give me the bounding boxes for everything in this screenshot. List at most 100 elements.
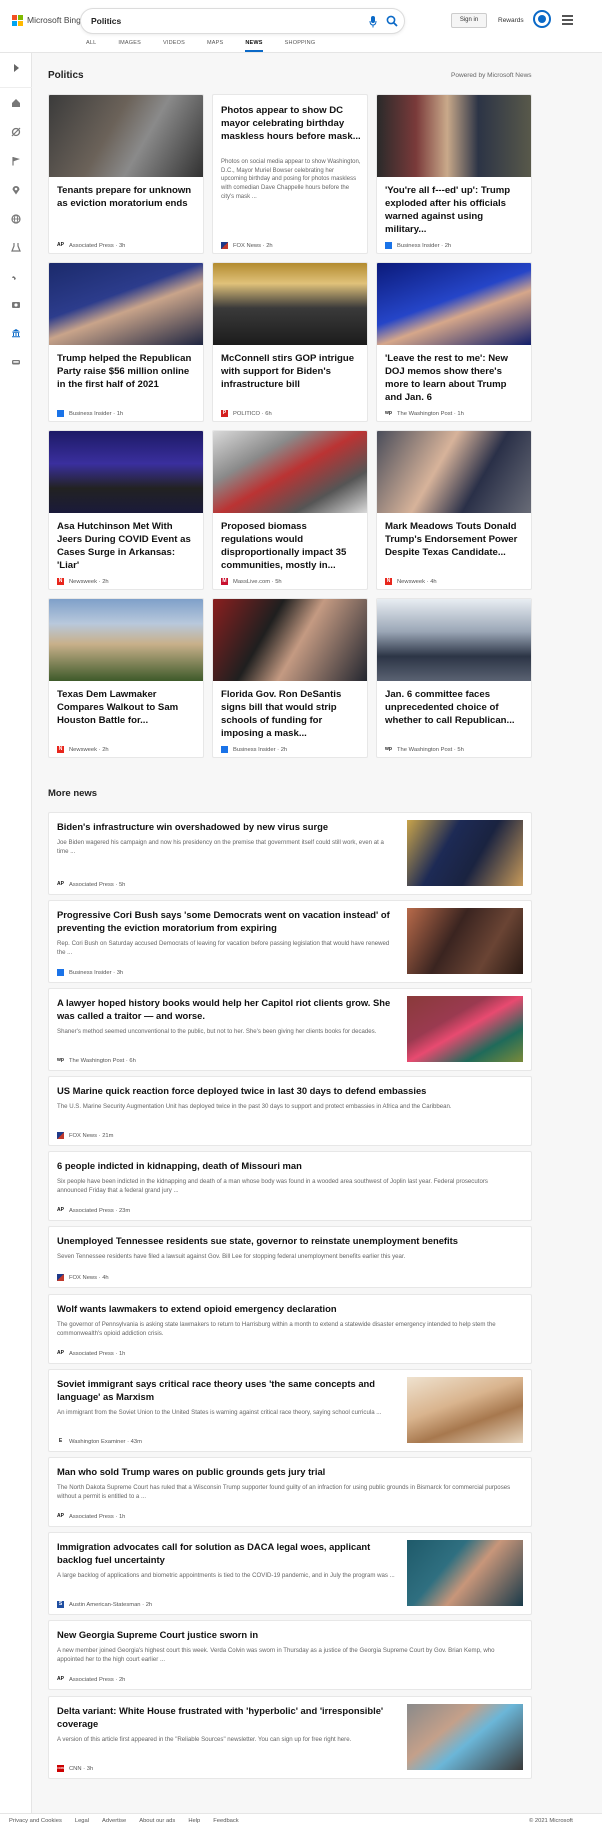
source-name[interactable]: Business Insider xyxy=(233,747,276,753)
news-item-title[interactable]: Unemployed Tennessee residents sue state… xyxy=(57,1235,517,1248)
source-name[interactable]: FOX News xyxy=(69,1275,97,1281)
source-name[interactable]: Associated Press xyxy=(69,1351,114,1357)
footer-link[interactable]: Legal xyxy=(75,1818,89,1824)
source-name[interactable]: Business Insider xyxy=(69,411,112,417)
news-thumbnail[interactable] xyxy=(407,1377,523,1443)
news-thumbnail[interactable] xyxy=(213,599,367,681)
source-name[interactable]: POLITICO xyxy=(233,411,260,417)
news-list-item[interactable]: Delta variant: White House frustrated wi… xyxy=(48,1696,532,1779)
source-name[interactable]: MassLive.com xyxy=(233,579,270,585)
news-card-title[interactable]: Jan. 6 committee faces unprecedented cho… xyxy=(385,689,525,728)
news-item-title[interactable]: Delta variant: White House frustrated wi… xyxy=(57,1705,397,1730)
news-item-title[interactable]: Immigration advocates call for solution … xyxy=(57,1541,397,1566)
source-name[interactable]: Newsweek xyxy=(397,579,425,585)
news-list-item[interactable]: US Marine quick reaction force deployed … xyxy=(48,1076,532,1146)
news-thumbnail[interactable] xyxy=(407,908,523,974)
menu-icon[interactable] xyxy=(562,15,573,27)
news-item-title[interactable]: Man who sold Trump wares on public groun… xyxy=(57,1466,517,1479)
news-card-title[interactable]: Trump helped the Republican Party raise … xyxy=(57,353,197,392)
news-card-title[interactable]: Mark Meadows Touts Donald Trump's Endors… xyxy=(385,521,525,560)
news-card-title[interactable]: Florida Gov. Ron DeSantis signs bill tha… xyxy=(221,689,361,741)
news-thumbnail[interactable] xyxy=(407,820,523,886)
news-card[interactable]: Proposed biomass regulations would dispr… xyxy=(212,430,368,590)
source-name[interactable]: CNN xyxy=(69,1766,82,1772)
source-name[interactable]: The Washington Post xyxy=(69,1058,124,1064)
news-list-item[interactable]: Immigration advocates call for solution … xyxy=(48,1532,532,1615)
news-thumbnail[interactable] xyxy=(407,1540,523,1606)
source-name[interactable]: FOX News xyxy=(233,243,261,249)
news-thumbnail[interactable] xyxy=(377,599,531,681)
news-card[interactable]: Texas Dem Lawmaker Compares Walkout to S… xyxy=(48,598,204,758)
news-card-title[interactable]: Tenants prepare for unknown as eviction … xyxy=(57,185,197,211)
news-thumbnail[interactable] xyxy=(49,431,203,513)
rewards-medal-icon[interactable] xyxy=(533,10,551,28)
source-name[interactable]: Business Insider xyxy=(69,970,112,976)
globe-icon[interactable] xyxy=(11,211,21,224)
news-thumbnail[interactable] xyxy=(213,263,367,345)
news-thumbnail[interactable] xyxy=(49,95,203,177)
source-name[interactable]: Associated Press xyxy=(69,882,114,888)
sports-icon[interactable] xyxy=(11,124,21,137)
news-card[interactable]: Tenants prepare for unknown as eviction … xyxy=(48,94,204,254)
source-name[interactable]: The Washington Post xyxy=(397,411,452,417)
news-card[interactable]: Photos appear to show DC mayor celebrati… xyxy=(212,94,368,254)
news-card-title[interactable]: Proposed biomass regulations would dispr… xyxy=(221,521,361,573)
news-card[interactable]: Trump helped the Republican Party raise … xyxy=(48,262,204,422)
news-thumbnail[interactable] xyxy=(407,996,523,1062)
flag-icon[interactable] xyxy=(11,153,21,166)
news-list-item[interactable]: New Georgia Supreme Court justice sworn … xyxy=(48,1620,532,1690)
tab-images[interactable]: IMAGES xyxy=(118,40,141,52)
news-item-title[interactable]: US Marine quick reaction force deployed … xyxy=(57,1085,517,1098)
news-card[interactable]: Jan. 6 committee faces unprecedented cho… xyxy=(376,598,532,758)
tab-shopping[interactable]: SHOPPING xyxy=(285,40,316,52)
news-item-title[interactable]: A lawyer hoped history books would help … xyxy=(57,997,397,1022)
source-name[interactable]: Associated Press xyxy=(69,1677,114,1683)
search-box[interactable]: Politics xyxy=(80,8,405,34)
source-name[interactable]: FOX News xyxy=(69,1133,97,1139)
news-card[interactable]: 'You're all f---ed' up': Trump exploded … xyxy=(376,94,532,254)
footer-link[interactable]: Privacy and Cookies xyxy=(9,1818,62,1824)
news-card[interactable]: Florida Gov. Ron DeSantis signs bill tha… xyxy=(212,598,368,758)
news-card[interactable]: 'Leave the rest to me': New DOJ memos sh… xyxy=(376,262,532,422)
news-item-title[interactable]: Wolf wants lawmakers to extend opioid em… xyxy=(57,1303,517,1316)
source-name[interactable]: Austin American-Statesman xyxy=(69,1602,141,1608)
source-name[interactable]: Associated Press xyxy=(69,1208,114,1214)
car-icon[interactable] xyxy=(11,354,21,365)
tab-news[interactable]: NEWS xyxy=(245,40,263,52)
money-icon[interactable] xyxy=(11,297,21,308)
footer-link[interactable]: Help xyxy=(188,1818,200,1824)
sign-in-button[interactable]: Sign in xyxy=(451,13,487,28)
news-list-item[interactable]: Unemployed Tennessee residents sue state… xyxy=(48,1226,532,1288)
search-input[interactable]: Politics xyxy=(91,16,121,26)
footer-link[interactable]: Feedback xyxy=(213,1818,238,1824)
news-thumbnail[interactable] xyxy=(213,431,367,513)
search-icon[interactable] xyxy=(386,14,398,32)
bing-logo[interactable]: Microsoft Bing xyxy=(12,15,81,26)
source-name[interactable]: Washington Examiner xyxy=(69,1439,126,1445)
news-list-item[interactable]: Biden's infrastructure win overshadowed … xyxy=(48,812,532,895)
news-list-item[interactable]: Soviet immigrant says critical race theo… xyxy=(48,1369,532,1452)
footer-link[interactable]: About our ads xyxy=(139,1818,175,1824)
rewards-link[interactable]: Rewards xyxy=(498,17,524,24)
news-card-title[interactable]: Asa Hutchinson Met With Jeers During COV… xyxy=(57,521,197,573)
news-card-title[interactable]: 'You're all f---ed' up': Trump exploded … xyxy=(385,185,525,237)
news-list-item[interactable]: Progressive Cori Bush says 'some Democra… xyxy=(48,900,532,983)
news-card-title[interactable]: Photos appear to show DC mayor celebrati… xyxy=(221,105,361,144)
source-name[interactable]: The Washington Post xyxy=(397,747,452,753)
politics-icon[interactable] xyxy=(11,325,21,338)
news-item-title[interactable]: Progressive Cori Bush says 'some Democra… xyxy=(57,909,397,934)
home-icon[interactable] xyxy=(11,95,21,107)
news-thumbnail[interactable] xyxy=(49,263,203,345)
news-thumbnail[interactable] xyxy=(407,1704,523,1770)
news-item-title[interactable]: New Georgia Supreme Court justice sworn … xyxy=(57,1629,517,1642)
powered-by[interactable]: Powered by Microsoft News xyxy=(451,72,532,79)
source-name[interactable]: Newsweek xyxy=(69,579,97,585)
news-thumbnail[interactable] xyxy=(377,431,531,513)
science-icon[interactable] xyxy=(11,239,21,252)
tab-videos[interactable]: VIDEOS xyxy=(163,40,185,52)
news-thumbnail[interactable] xyxy=(49,599,203,681)
news-list-item[interactable]: A lawyer hoped history books would help … xyxy=(48,988,532,1071)
rocket-icon[interactable] xyxy=(11,268,21,280)
source-name[interactable]: Associated Press xyxy=(69,1514,114,1520)
news-card[interactable]: Mark Meadows Touts Donald Trump's Endors… xyxy=(376,430,532,590)
